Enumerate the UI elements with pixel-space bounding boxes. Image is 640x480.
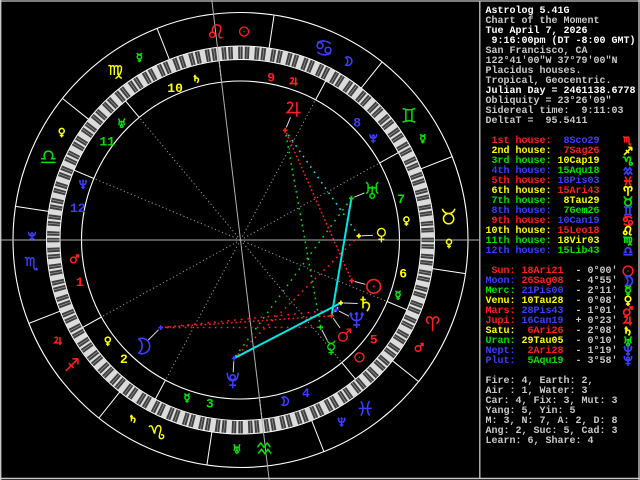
svg-text:4: 4 (302, 386, 310, 401)
svg-text:7: 7 (397, 192, 405, 207)
svg-text:3: 3 (206, 397, 214, 412)
svg-text:2: 2 (120, 352, 128, 367)
svg-text:9: 9 (267, 71, 275, 86)
svg-text:8: 8 (353, 115, 361, 130)
svg-text:5: 5 (370, 333, 378, 348)
svg-text:1: 1 (76, 275, 84, 290)
svg-text:10: 10 (167, 81, 183, 96)
svg-text:6: 6 (399, 266, 407, 281)
svg-text:11: 11 (99, 135, 115, 150)
svg-text:12: 12 (70, 201, 86, 216)
